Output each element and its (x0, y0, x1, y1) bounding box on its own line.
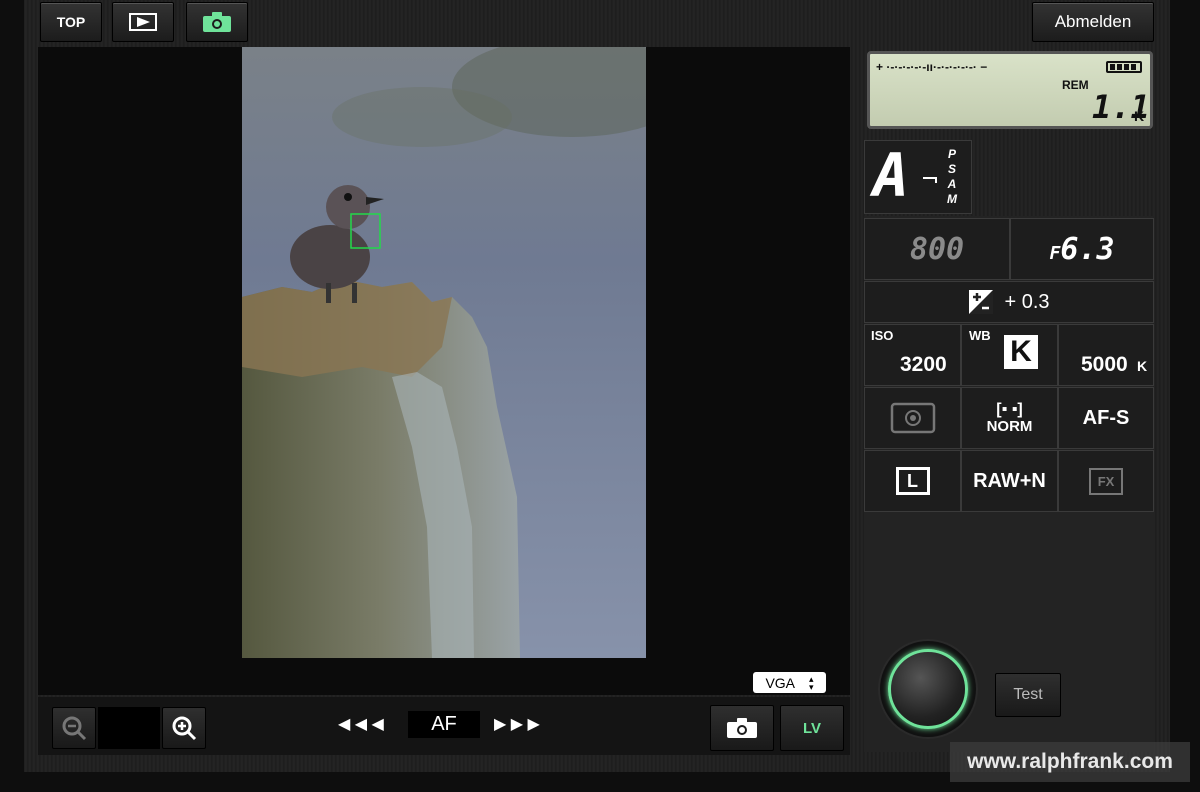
wb-label: WB (969, 328, 991, 343)
shooting-mode-button[interactable] (186, 2, 248, 42)
af-area-label: NORM (986, 417, 1033, 435)
iso-cell[interactable]: ISO 3200 (864, 324, 961, 386)
mode-m: M (947, 192, 957, 206)
metering-cell[interactable] (864, 387, 961, 449)
exposure-compensation-icon (969, 290, 994, 314)
focus-near-icon: ◀ ◀ ◀ (338, 716, 384, 733)
image-size-icon: L (895, 467, 930, 495)
zoom-level-display (98, 707, 160, 749)
iso-label: ISO (871, 328, 894, 343)
mode-list: P S A M (947, 147, 957, 207)
focus-mode-value: AF-S (1082, 406, 1130, 429)
mode-p: P (947, 147, 956, 161)
aperture-value: 6.3 (1060, 231, 1115, 267)
image-area-cell[interactable]: FX (1058, 450, 1154, 512)
battery-icon (1106, 61, 1142, 73)
exposure-compensation-cell[interactable]: + 0.3 (864, 281, 1154, 323)
exposure-compensation-value: + 0.3 (1004, 290, 1050, 313)
mode-a: A (947, 177, 957, 191)
wb-kelvin-unit: K (1137, 358, 1148, 374)
focus-far-icon: ▶ ▶ ▶ (494, 716, 540, 733)
af-area-icon: [▪ ▪] (996, 400, 1023, 418)
camera-icon (727, 718, 757, 738)
mode-pointer-icon (923, 177, 937, 183)
wb-kelvin-cell[interactable]: 5000 K (1058, 324, 1154, 386)
wb-mode-icon: K (1004, 335, 1038, 369)
test-shot-button[interactable]: Test (995, 673, 1061, 717)
lv-label: LV (802, 719, 822, 737)
rem-label: REM (1062, 78, 1089, 92)
exposure-scale: + ·-·-·-·-·-ıı·-·-·-·-·-· − (876, 60, 988, 74)
logout-label: Abmelden (1054, 12, 1132, 31)
metering-icon (890, 402, 935, 434)
shutter-ring (888, 649, 968, 729)
wb-kelvin-value: 5000 (1081, 353, 1128, 376)
resolution-value: VGA (765, 674, 796, 691)
focus-far-button[interactable]: ▶ ▶ ▶ (494, 712, 552, 736)
aperture-cell[interactable]: F 6.3 (1010, 218, 1154, 280)
aperture-prefix: F (1049, 242, 1061, 264)
top-button[interactable]: TOP (40, 2, 102, 42)
zoom-out-button[interactable] (52, 707, 96, 749)
resolution-select[interactable]: VGA ▴ ▾ (753, 672, 826, 693)
live-view-button[interactable]: LV (780, 705, 844, 751)
shutter-release-button[interactable] (880, 641, 976, 737)
camera-icon (203, 12, 231, 32)
zoom-in-button[interactable] (162, 707, 206, 749)
zoom-in-icon (172, 716, 197, 741)
logout-button[interactable]: Abmelden (1032, 2, 1154, 42)
af-label: AF (431, 713, 457, 735)
af-button[interactable]: AF (408, 711, 480, 738)
af-area-cell[interactable]: [▪ ▪] NORM (961, 387, 1058, 449)
focus-mode-cell[interactable]: AF-S (1058, 387, 1154, 449)
image-area-value: FX (1088, 467, 1124, 495)
mode-s: S (947, 162, 956, 176)
select-arrows-icon: ▴ ▾ (809, 673, 814, 692)
capture-button[interactable] (710, 705, 774, 751)
image-size-cell[interactable]: L (864, 450, 961, 512)
image-size-value: L (907, 470, 918, 491)
shutter-speed-value: 800 (909, 231, 965, 267)
test-label: Test (1013, 686, 1043, 703)
lcd-status-display: + ·-·-·-·-·-ıı·-·-·-·-·-· − REM 1.1 K (867, 51, 1153, 129)
current-mode: A (873, 141, 910, 211)
playback-icon (129, 13, 157, 31)
watermark: www.ralphfrank.com (950, 742, 1190, 782)
image-quality-cell[interactable]: RAW+N (961, 450, 1058, 512)
playback-button[interactable] (112, 2, 174, 42)
shutter-speed-cell[interactable]: 800 (864, 218, 1010, 280)
focus-near-button[interactable]: ◀ ◀ ◀ (338, 712, 396, 736)
zoom-out-icon (62, 716, 87, 741)
wb-cell[interactable]: WB K (961, 324, 1058, 386)
remaining-unit: K (1134, 108, 1145, 124)
image-quality-value: RAW+N (973, 469, 1046, 492)
exposure-mode-selector[interactable]: A P S A M (864, 140, 972, 214)
top-button-label: TOP (56, 14, 86, 30)
live-view-image (242, 47, 646, 658)
iso-value: 3200 (900, 353, 947, 376)
